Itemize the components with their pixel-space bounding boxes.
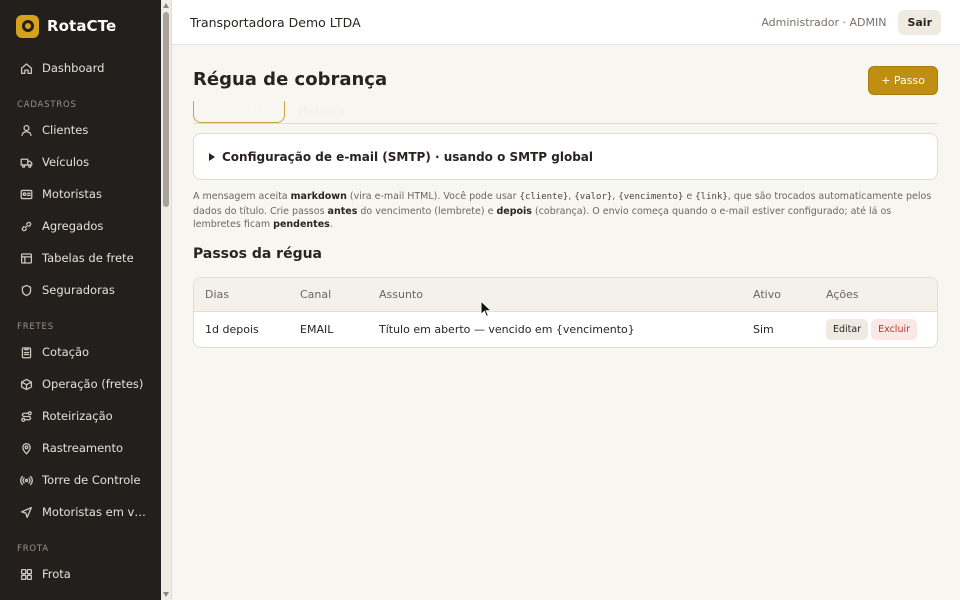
sidebar-item-label: Cotação <box>42 345 90 359</box>
brand-name: RotaCTe <box>47 17 117 35</box>
company-name: Transportadora Demo LTDA <box>190 14 361 30</box>
scrollbar-thumb[interactable] <box>163 12 169 207</box>
sidebar-item-label: Rastreamento <box>42 441 123 455</box>
sidebar: RotaCTe Dashboard CADASTROS Clientes Veí… <box>0 0 161 600</box>
sidebar-item-frota[interactable]: Frota <box>0 558 161 590</box>
sidebar-item-label: Motoristas em viag... <box>42 505 147 519</box>
smtp-config-toggle[interactable]: Configuração de e-mail (SMTP) · usando o… <box>193 133 938 180</box>
sidebar-item-motoristas[interactable]: Motoristas <box>0 178 161 210</box>
sidebar-item-label: Torre de Controle <box>42 473 141 487</box>
sidebar-item-label: Motoristas <box>42 187 102 201</box>
sidebar-item-label: Veículos <box>42 155 90 169</box>
sidebar-item-clientes[interactable]: Clientes <box>0 114 161 146</box>
brand-logo-icon <box>16 14 39 38</box>
help-text: A mensagem aceita markdown (vira e-mail … <box>193 191 932 230</box>
table-row: 1d depois EMAIL Título em aberto — venci… <box>194 311 937 347</box>
tabs: Configuração Histórico <box>193 101 938 124</box>
cell-acoes: Editar Excluir <box>826 311 937 347</box>
column-header-acoes: Ações <box>826 278 937 312</box>
sidebar-section-fretes: FRETES <box>17 322 54 332</box>
truck-icon <box>20 156 33 169</box>
sidebar-item-veiculos[interactable]: Veículos <box>0 146 161 178</box>
sidebar-item-rastreamento[interactable]: Rastreamento <box>0 432 161 464</box>
cell-assunto: Título em aberto — vencido em {venciment… <box>379 322 635 336</box>
brand[interactable]: RotaCTe <box>0 0 161 52</box>
logout-button[interactable]: Sair <box>898 9 941 35</box>
sidebar-item-label: Frota <box>42 567 71 581</box>
grid-icon <box>20 568 33 581</box>
sidebar-item-label: Tabelas de frete <box>42 251 134 265</box>
package-icon <box>20 378 33 391</box>
sidebar-item-label: Clientes <box>42 123 89 137</box>
table-header-row: Dias Canal Assunto Ativo Ações <box>194 278 937 312</box>
sidebar-item-motoristas-em-viagem[interactable]: Motoristas em viag... <box>0 496 161 528</box>
user-icon <box>20 124 33 137</box>
sidebar-item-roteirizacao[interactable]: Roteirização <box>0 400 161 432</box>
cell-ativo: Sim <box>753 322 774 336</box>
delete-button[interactable]: Excluir <box>871 318 918 340</box>
sidebar-section-cadastros: CADASTROS <box>17 100 77 110</box>
column-header-assunto: Assunto <box>379 278 753 312</box>
scroll-down-icon[interactable] <box>163 592 169 597</box>
route-icon <box>20 410 33 423</box>
map-pin-icon <box>20 442 33 455</box>
sidebar-item-cotacao[interactable]: Cotação <box>0 336 161 368</box>
home-icon <box>20 62 33 75</box>
column-header-canal: Canal <box>300 278 379 312</box>
sidebar-item-dashboard[interactable]: Dashboard <box>0 52 161 84</box>
column-header-dias: Dias <box>194 278 300 312</box>
tab-configuracao[interactable]: Configuração <box>193 101 285 123</box>
clipboard-icon <box>20 346 33 359</box>
mouse-cursor-icon <box>480 300 492 318</box>
shield-icon <box>20 284 33 297</box>
sidebar-item-operacao[interactable]: Operação (fretes) <box>0 368 161 400</box>
sidebar-item-torre-de-controle[interactable]: Torre de Controle <box>0 464 161 496</box>
steps-table: Dias Canal Assunto Ativo Ações 1d depois… <box>193 277 938 348</box>
link-icon <box>20 220 33 233</box>
scroll-up-icon[interactable] <box>163 3 169 8</box>
sidebar-item-seguradoras[interactable]: Seguradoras <box>0 274 161 306</box>
radio-tower-icon <box>20 474 33 487</box>
user-info: Administrador · ADMIN <box>761 15 887 29</box>
steps-title: Passos da régua <box>193 246 323 262</box>
cell-dias: 1d depois <box>205 322 259 336</box>
sidebar-item-agregados[interactable]: Agregados <box>0 210 161 242</box>
page-title: Régua de cobrança <box>193 69 388 90</box>
sidebar-item-label: Dashboard <box>42 61 105 75</box>
smtp-config-title: Configuração de e-mail (SMTP) · usando o… <box>222 149 593 164</box>
column-header-ativo: Ativo <box>753 278 826 312</box>
add-step-button[interactable]: + Passo <box>868 66 938 95</box>
cell-canal: EMAIL <box>300 322 334 336</box>
edit-button[interactable]: Editar <box>826 318 869 340</box>
sidebar-scrollbar[interactable] <box>161 0 172 600</box>
sidebar-section-frota: FROTA <box>17 544 49 554</box>
caret-right-icon <box>209 152 215 161</box>
main-content: Régua de cobrança + Passo Configuração H… <box>172 45 960 600</box>
table-icon <box>20 252 33 265</box>
navigation-icon <box>20 506 33 519</box>
id-card-icon <box>20 188 33 201</box>
topbar: Transportadora Demo LTDA Administrador ·… <box>172 0 960 45</box>
sidebar-item-label: Agregados <box>42 219 104 233</box>
sidebar-item-label: Operação (fretes) <box>42 377 144 391</box>
sidebar-item-label: Seguradoras <box>42 283 115 297</box>
sidebar-item-tabelas-de-frete[interactable]: Tabelas de frete <box>0 242 161 274</box>
sidebar-item-label: Roteirização <box>42 409 113 423</box>
tab-historico[interactable]: Histórico <box>289 101 355 123</box>
